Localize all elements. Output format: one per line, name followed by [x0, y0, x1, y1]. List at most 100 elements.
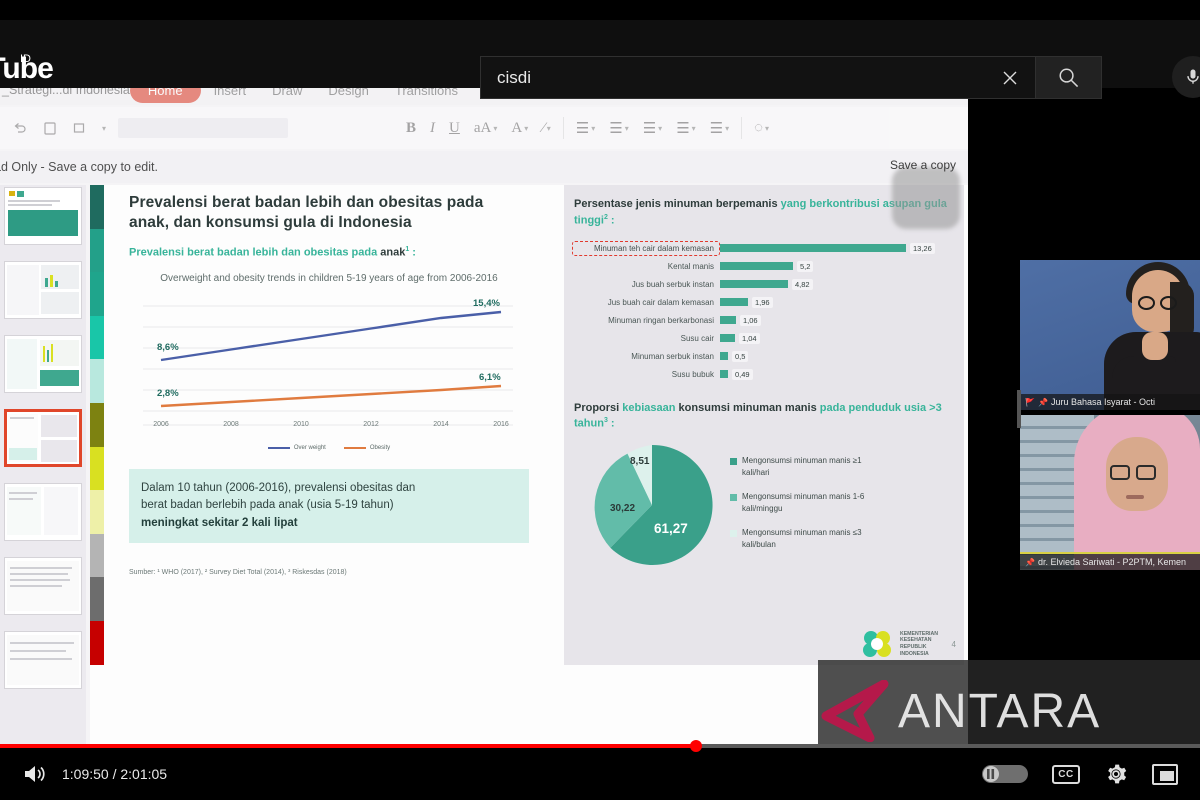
flag-icon: 🚩: [1025, 397, 1035, 407]
participant-1-glasses-left: [1138, 296, 1155, 310]
ribbon-group-clipboard: ▾: [0, 120, 118, 136]
bar-label-highlighted: Minuman teh cair dalam kemasan: [572, 240, 720, 256]
bar-value: 4,82: [792, 278, 813, 290]
bar-fill: [720, 244, 906, 253]
video-player-controls: 1:09:50 / 2:01:05 CC: [0, 740, 1200, 800]
shapes-button[interactable]: ◌ ▾: [754, 120, 769, 137]
underline-button[interactable]: U: [449, 120, 460, 137]
bold-button[interactable]: B: [406, 120, 416, 137]
bar-fill: [720, 298, 748, 307]
slide-thumbnail-rail[interactable]: [0, 185, 86, 747]
save-copy-label[interactable]: Save a copy: [890, 158, 956, 172]
kemenkes-logo: KEMENTERIAN KESEHATAN REPUBLIK INDONESIA: [861, 629, 938, 659]
section3-c: konsumsi minuman manis: [675, 401, 817, 414]
slide-thumbnail-3[interactable]: [4, 335, 82, 393]
participant-2-name: dr. Elvieda Sariwati - P2PTM, Kemen: [1037, 557, 1187, 567]
ribbon-group-shapes: ◌ ▾: [742, 120, 781, 137]
youtube-header: uTube ID cisdi: [0, 20, 1200, 99]
source-citation: Sumber: ¹ WHO (2017), ² Survey Diet Tota…: [129, 568, 347, 576]
font-name-field[interactable]: [118, 118, 289, 138]
font-color-button[interactable]: A ▾: [511, 120, 528, 137]
save-copy-overlay-button[interactable]: [892, 167, 960, 229]
indent-button[interactable]: ☰ ▾: [643, 119, 662, 138]
highlight-button[interactable]: ⁄ ▾: [542, 120, 551, 137]
bar-fill: [720, 352, 728, 361]
pie-chart-svg: [594, 445, 713, 566]
bar-label: Minuman ringan berkarbonasi: [608, 315, 714, 325]
miniplayer-button[interactable]: [1152, 763, 1178, 785]
pie-chart-area: 30,22 8,51 61,27 Mengonsumsi minuman man…: [570, 441, 964, 569]
progress-bar-track[interactable]: [0, 740, 1200, 752]
ribbon-group-paragraph: ☰ ▾ ☰ ▾ ☰ ▾ ☰ ▾ ☰ ▾: [564, 119, 741, 138]
paste-icon[interactable]: [42, 120, 58, 136]
palette-swatch: [90, 490, 104, 534]
legend-label-obesity: Obesity: [369, 445, 391, 452]
participant-2-mouth: [1126, 495, 1144, 499]
pie-chart: 30,22 8,51 61,27: [588, 441, 716, 569]
palette-swatch: [90, 185, 104, 229]
svg-text:2008: 2008: [223, 421, 239, 428]
palette-swatch: [90, 533, 104, 578]
bar-value: 1,04: [739, 332, 760, 344]
section1-superscript: 1: [405, 245, 410, 253]
search-submit-button[interactable]: [1036, 56, 1102, 99]
search-input[interactable]: cisdi: [480, 56, 1036, 99]
bar-chart: Minuman teh cair dalam kemasan 13,26 Ken…: [572, 240, 954, 383]
slide-title: Prevalensi berat badan lebih dan obesita…: [129, 194, 484, 232]
slide-thumbnail-5[interactable]: [4, 483, 82, 541]
settings-button[interactable]: [1104, 762, 1128, 786]
bar-fill: [720, 316, 736, 325]
powerpoint-window: _Strategi...di Indonesia Home Insert Dra…: [0, 75, 968, 747]
pie-label-daily: 61,27: [654, 521, 688, 537]
youtube-search-box: cisdi: [480, 56, 1102, 99]
line-series-overweight: [160, 310, 502, 362]
slide-thumbnail-2[interactable]: [4, 261, 82, 319]
participant-2-nameplate: 📌 dr. Elvieda Sariwati - P2PTM, Kemen: [1020, 554, 1200, 570]
italic-button[interactable]: I: [430, 120, 435, 137]
slide-thumbnail-4[interactable]: [4, 409, 82, 467]
new-slide-chevron-down-icon[interactable]: ▾: [102, 124, 106, 133]
slide-content: Prevalensi berat badan lebih dan obesita…: [124, 185, 964, 665]
line-chart-svg: 2006 2008 2010 2012 2014 2016 8,6% 15,4%…: [143, 298, 513, 428]
volume-button[interactable]: [22, 762, 48, 786]
clear-search-button[interactable]: [991, 59, 1029, 97]
progress-bar-handle[interactable]: [690, 740, 702, 752]
svg-text:2010: 2010: [293, 421, 309, 428]
youtube-country-code: ID: [20, 53, 31, 65]
slide-left-column: Prevalensi berat badan lebih dan obesita…: [124, 185, 534, 576]
cc-icon: CC: [1052, 764, 1080, 784]
participant-2-glasses-left: [1110, 465, 1130, 480]
palette-swatch: [90, 359, 104, 403]
bar-label: Susu bubuk: [671, 369, 714, 379]
slide-thumbnail-7[interactable]: [4, 631, 82, 689]
pin-icon: 📌: [1037, 397, 1048, 407]
new-slide-icon[interactable]: [72, 120, 88, 136]
align-button[interactable]: ☰ ▾: [710, 119, 729, 138]
palette-swatch: [90, 577, 104, 621]
page-side-background: [968, 88, 1020, 744]
captions-button[interactable]: CC: [1052, 764, 1080, 784]
pie-legend-swatch-weekly: [730, 494, 737, 502]
slide-right-column: Persentase jenis minuman berpemanis yang…: [564, 185, 964, 665]
close-icon: [1003, 71, 1017, 84]
numbering-button[interactable]: ☰ ▾: [609, 119, 628, 138]
slide-thumbnail-6[interactable]: [4, 557, 82, 615]
legend-item-obesity: Obesity: [343, 445, 391, 452]
ribbon-toolbar: ▾ B I U aA ▾ A ▾ ⁄ ▾ ☰ ▾ ☰ ▾ ☰ ▾ ☰ ▾ ☰ ▾ ◌ ▾: [0, 107, 968, 149]
autoplay-toggle[interactable]: [982, 765, 1028, 783]
section1-bold: anak: [380, 246, 406, 259]
line-series-obesity: [160, 384, 502, 408]
decrease-indent-button[interactable]: ☰ ▾: [676, 119, 695, 138]
undo-icon[interactable]: [12, 120, 28, 136]
participant-tile-1[interactable]: 🚩 📌 Juru Bahasa Isyarat - Octi: [1020, 260, 1200, 410]
search-input-value: cisdi: [497, 67, 532, 87]
video-background-top: [1020, 88, 1200, 260]
participant-tile-2[interactable]: 📌 dr. Elvieda Sariwati - P2PTM, Kemen: [1020, 415, 1200, 570]
slide-thumbnail-1[interactable]: [4, 187, 82, 245]
bullets-button[interactable]: ☰ ▾: [576, 119, 595, 138]
participant-scrollbar[interactable]: [1017, 390, 1021, 428]
kemenkes-line-4: INDONESIA: [899, 650, 929, 657]
font-size-button[interactable]: aA ▾: [474, 120, 498, 137]
callout-box: Dalam 10 tahun (2006-2016), prevalensi o…: [129, 469, 529, 543]
palette-swatch: [90, 620, 104, 665]
